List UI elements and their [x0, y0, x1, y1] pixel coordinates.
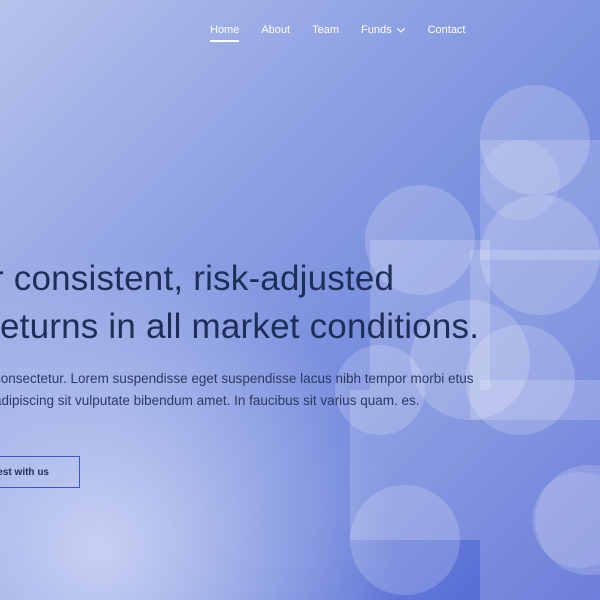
hero-headline: r consistent, risk-adjusted eturns in al… — [0, 255, 592, 351]
nav-about-label: About — [261, 24, 291, 36]
nav-home-label: Home — [210, 24, 240, 36]
nav-team-label: Team — [312, 24, 339, 36]
nav-funds[interactable]: Funds — [361, 24, 406, 42]
hero-headline-line2: eturns in all market conditions. — [0, 307, 480, 346]
invest-button[interactable]: vest with us — [0, 456, 80, 488]
hero-section: Home About Team Funds Contact r consiste… — [0, 0, 600, 600]
nav-home[interactable]: Home — [210, 24, 240, 42]
nav-funds-label: Funds — [361, 24, 392, 36]
nav-contact-label: Contact — [427, 24, 466, 36]
chevron-down-icon — [396, 27, 405, 33]
main-nav: Home About Team Funds Contact — [210, 24, 466, 42]
nav-team[interactable]: Team — [312, 24, 339, 42]
hero-headline-line1: r consistent, risk-adjusted — [0, 259, 395, 298]
hero-paragraph: consectetur. Lorem suspendisse eget susp… — [0, 371, 474, 408]
nav-about[interactable]: About — [261, 24, 290, 42]
nav-contact[interactable]: Contact — [428, 24, 466, 42]
